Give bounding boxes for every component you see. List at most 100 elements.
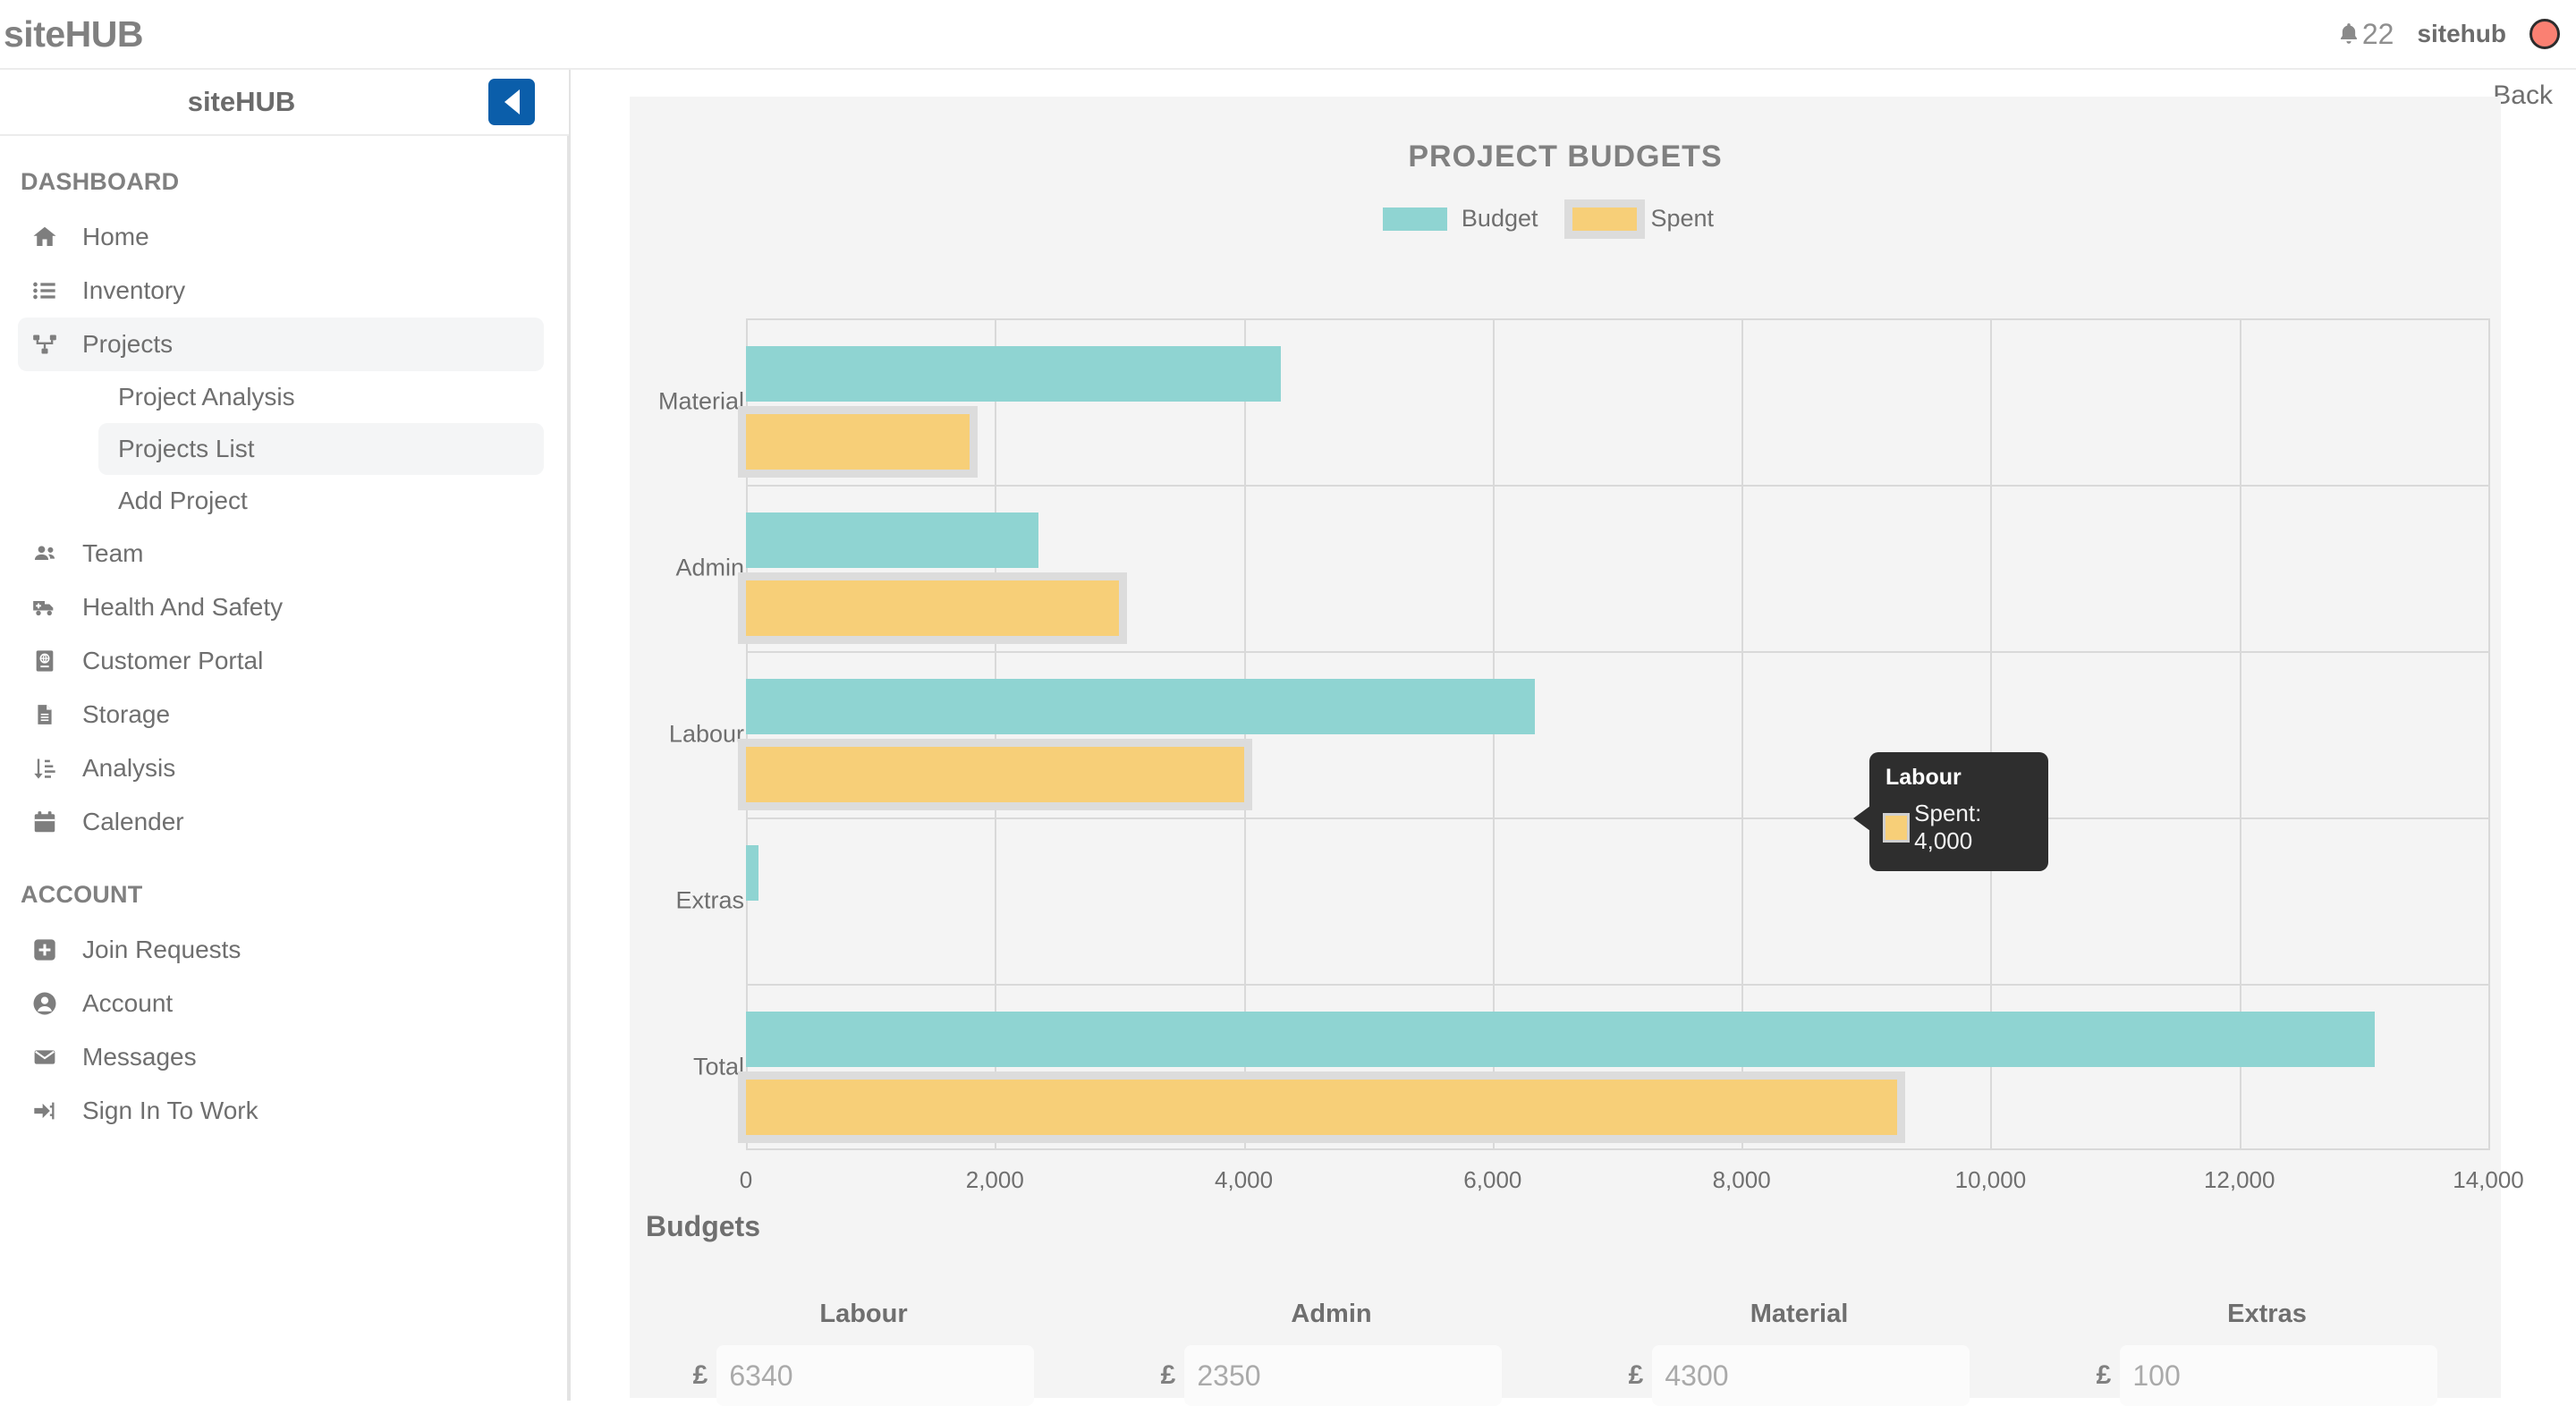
grid-line-vertical <box>2488 318 2490 1150</box>
x-axis-tick-label: 0 <box>739 1166 753 1193</box>
budget-field-label: Material <box>1750 1300 1849 1328</box>
sidebar-item-health-and-safety[interactable]: Health And Safety <box>18 580 544 634</box>
tooltip-arrow <box>1853 806 1870 831</box>
budget-field-material: Material £ <box>1565 1300 2033 1406</box>
back-link[interactable]: Back <box>2493 80 2553 111</box>
sidebar-subitem-add-project[interactable]: Add Project <box>98 475 544 527</box>
portal-icon <box>27 646 63 676</box>
bar-spent-admin[interactable] <box>737 572 1128 644</box>
bar-budget-material[interactable] <box>746 346 1282 402</box>
chart-tooltip: Labour Spent: 4,000 <box>1853 752 2048 871</box>
budget-field-label: Extras <box>2227 1300 2307 1328</box>
y-axis-label: Admin <box>675 554 744 581</box>
sidebar-subitem-projects-list[interactable]: Projects List <box>98 423 544 475</box>
bar-chart-plot: Material Admin Labour Extras Total 0 2,000 4,0… <box>630 318 2524 1206</box>
budget-field-label: Admin <box>1291 1300 1372 1328</box>
x-axis-tick-label: 2,000 <box>965 1166 1024 1193</box>
y-axis-label: Total <box>692 1053 744 1080</box>
y-axis-label: Labour <box>668 720 744 748</box>
sidebar-subitem-project-analysis-label: Project Analysis <box>118 383 295 411</box>
sidebar-item-messages-label: Messages <box>82 1043 197 1071</box>
sidebar-item-health-and-safety-label: Health And Safety <box>82 593 284 621</box>
currency-symbol: £ <box>1628 1360 1644 1390</box>
bar-budget-admin[interactable] <box>746 512 1038 568</box>
budget-field-row: £ <box>2097 1345 2438 1406</box>
budget-field-labour: Labour £ <box>630 1300 1097 1406</box>
sidebar-subitem-projects-list-label: Projects List <box>118 435 255 462</box>
users-icon <box>27 538 63 569</box>
grid-line-horizontal <box>746 318 2488 320</box>
sort-amount-icon <box>27 753 63 783</box>
sidebar-item-analysis[interactable]: Analysis <box>18 741 544 795</box>
grid-line-horizontal <box>746 485 2488 487</box>
sidebar-item-sign-in-to-work[interactable]: Sign In To Work <box>18 1084 544 1138</box>
bar-budget-labour[interactable] <box>746 679 1536 734</box>
sidebar-item-storage-label: Storage <box>82 700 171 728</box>
sidebar-section-account-label: ACCOUNT <box>21 881 143 908</box>
legend-label-spent: Spent <box>1650 205 1715 232</box>
grid-line-horizontal <box>746 984 2488 986</box>
tooltip-row: Spent: 4,000 <box>1882 800 2032 855</box>
sidebar-item-inventory[interactable]: Inventory <box>18 264 544 318</box>
user-name[interactable]: sitehub <box>2417 20 2506 48</box>
legend-item-budget[interactable]: Budget <box>1382 205 1572 233</box>
currency-symbol: £ <box>1160 1360 1176 1390</box>
calendar-icon <box>27 807 63 837</box>
legend-item-spent[interactable]: Spent <box>1563 199 1749 239</box>
sidebar-divider <box>567 136 569 1401</box>
sidebar-item-analysis-label: Analysis <box>82 754 176 782</box>
budget-field-admin: Admin £ <box>1097 1300 1565 1406</box>
y-axis-label: Material <box>657 387 744 415</box>
sidebar-item-team[interactable]: Team <box>18 527 544 580</box>
sidebar-item-storage[interactable]: Storage <box>18 688 544 741</box>
avatar[interactable] <box>2529 19 2560 49</box>
sidebar-item-projects-label: Projects <box>82 330 174 358</box>
sidebar-item-projects[interactable]: Projects <box>18 318 544 371</box>
plus-square-icon <box>27 935 63 965</box>
x-axis-ticks: 0 2,000 4,000 6,000 8,000 10,000 12,000 14,000 <box>740 1150 2524 1204</box>
main-content: Back PROJECT BUDGETS Budget Spent Materi… <box>571 70 2576 1406</box>
budget-input-extras[interactable] <box>2120 1345 2438 1406</box>
budget-input-admin[interactable] <box>1184 1345 1503 1406</box>
bell-icon <box>2337 21 2360 47</box>
sidebar-item-inventory-label: Inventory <box>82 276 186 304</box>
sidebar-item-account-label: Account <box>82 989 174 1017</box>
sidebar-item-join-requests[interactable]: Join Requests <box>18 923 544 977</box>
sidebar-collapse-button[interactable] <box>488 79 535 125</box>
user-circle-icon <box>27 988 63 1019</box>
sitemap-icon <box>27 329 63 360</box>
sidebar-item-sign-in-to-work-label: Sign In To Work <box>82 1097 258 1124</box>
x-axis-tick-label: 14,000 <box>2453 1166 2524 1193</box>
bar-budget-total[interactable] <box>746 1012 2376 1067</box>
sidebar-subitem-project-analysis[interactable]: Project Analysis <box>98 371 544 423</box>
sign-in-icon <box>27 1096 63 1126</box>
envelope-icon <box>27 1042 63 1072</box>
bar-budget-extras[interactable] <box>746 845 758 901</box>
bar-spent-total[interactable] <box>737 1071 1906 1143</box>
budget-input-material[interactable] <box>1652 1345 1970 1406</box>
tooltip-title: Labour <box>1885 765 1962 790</box>
budget-field-row: £ <box>693 1345 1035 1406</box>
bar-spent-labour[interactable] <box>738 739 1252 810</box>
list-icon <box>27 275 63 306</box>
sidebar-item-calender[interactable]: Calender <box>18 795 544 849</box>
sidebar-item-account[interactable]: Account <box>18 977 544 1030</box>
sidebar-item-customer-portal[interactable]: Customer Portal <box>18 634 544 688</box>
legend-label-budget: Budget <box>1461 205 1538 232</box>
sidebar-subitem-add-project-label: Add Project <box>118 487 248 514</box>
chart-legend: Budget Spent <box>630 199 2501 239</box>
bar-spent-material[interactable] <box>737 406 979 478</box>
notifications-button[interactable]: 22 <box>2337 18 2394 51</box>
budget-input-labour[interactable] <box>716 1345 1035 1406</box>
notification-count: 22 <box>2361 17 2394 50</box>
currency-symbol: £ <box>692 1360 708 1390</box>
x-axis-tick-label: 8,000 <box>1712 1166 1771 1193</box>
sidebar-item-home-label: Home <box>82 223 149 250</box>
sidebar-item-messages[interactable]: Messages <box>18 1030 544 1084</box>
currency-symbol: £ <box>2096 1360 2112 1390</box>
sidebar-item-team-label: Team <box>82 539 144 567</box>
sidebar: siteHUB DASHBOARD Home Inventory Project… <box>0 70 571 1401</box>
sidebar-item-home[interactable]: Home <box>18 210 544 264</box>
budget-field-row: £ <box>1161 1345 1503 1406</box>
chart-title: PROJECT BUDGETS <box>1408 140 1723 174</box>
